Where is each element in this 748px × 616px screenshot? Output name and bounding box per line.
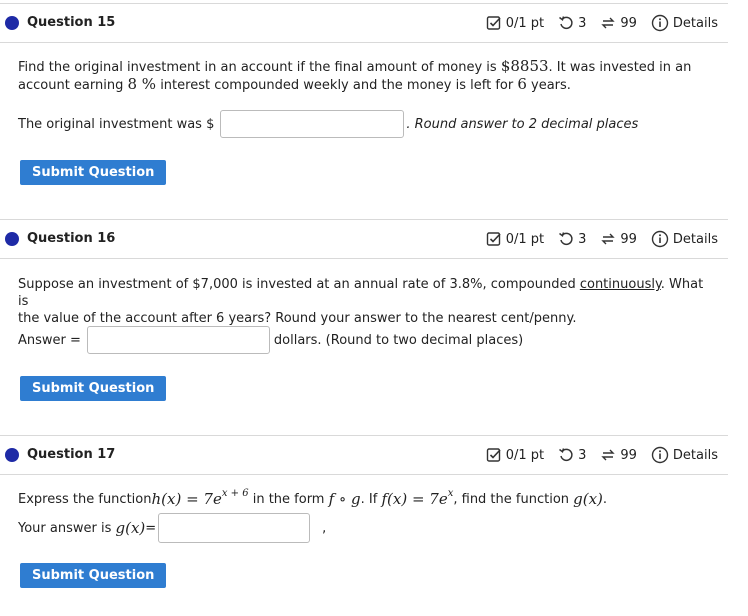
question-text: the value of the account after 6 years? … bbox=[18, 311, 577, 326]
attempts-icon bbox=[601, 449, 616, 461]
question-text: interest compounded weekly and the money… bbox=[156, 78, 518, 93]
score-text: 0/1 pt bbox=[505, 231, 545, 247]
equals-7e: = 7e bbox=[181, 490, 222, 508]
question-title: Question 15 bbox=[27, 15, 116, 30]
details-link[interactable]: Details bbox=[673, 16, 718, 31]
question-text: . It was invested in an bbox=[548, 60, 692, 75]
rate-value: 8 % bbox=[127, 75, 157, 93]
tries-count: 3 bbox=[578, 231, 587, 247]
composition-expression: f ∘ g bbox=[328, 490, 361, 508]
g-expression: g(x) bbox=[573, 490, 603, 508]
retry-icon bbox=[559, 16, 573, 30]
question-text: , find the function bbox=[453, 491, 574, 507]
question-17-text: Express the function h(x) = 7e x + 6 in … bbox=[18, 487, 608, 509]
answer-prompt: The original investment was $ bbox=[18, 116, 215, 132]
question-text: in the form bbox=[248, 491, 329, 507]
submit-question-button[interactable]: Submit Question bbox=[20, 563, 167, 588]
question-text: years. bbox=[526, 78, 571, 93]
question-meta: 0/1 pt 3 99 Details bbox=[486, 14, 718, 32]
question-15-header: Question 15 0/1 pt 3 99 Details bbox=[0, 3, 728, 43]
answer-row: Answer = dollars. (Round to two decimal … bbox=[18, 326, 523, 354]
question-15-text: Find the original investment in an accou… bbox=[18, 58, 708, 94]
question-text: Express the function bbox=[18, 491, 152, 507]
question-meta: 0/1 pt 3 99 Details bbox=[486, 230, 718, 248]
info-icon[interactable] bbox=[651, 446, 669, 464]
info-icon[interactable] bbox=[651, 14, 669, 32]
checkbox-score-icon bbox=[486, 16, 501, 30]
question-title: Question 16 bbox=[27, 231, 116, 246]
tries-count: 3 bbox=[578, 15, 587, 31]
trailing-comma: , bbox=[322, 520, 327, 536]
attempts-icon bbox=[601, 233, 616, 245]
question-17-header: Question 17 0/1 pt 3 99 Details bbox=[0, 435, 728, 475]
checkbox-score-icon bbox=[486, 232, 501, 246]
tries-count: 3 bbox=[578, 447, 587, 463]
f-expression: f(x) bbox=[381, 490, 408, 508]
question-meta: 0/1 pt 3 99 Details bbox=[486, 446, 718, 464]
answer-input[interactable] bbox=[158, 513, 311, 543]
score-text: 0/1 pt bbox=[505, 15, 545, 31]
continuously-link[interactable]: continuously bbox=[580, 277, 661, 292]
attempts-count: 99 bbox=[620, 447, 637, 463]
question-status-dot bbox=[5, 232, 19, 246]
question-text: Suppose an investment of $7,000 is inves… bbox=[18, 277, 580, 292]
answer-instruction: . Round answer to 2 decimal places bbox=[406, 116, 639, 132]
question-text: . bbox=[602, 491, 608, 507]
answer-row: Your answer is g(x) = , bbox=[18, 513, 326, 543]
question-text: Find the original investment in an accou… bbox=[18, 60, 501, 75]
f-exponent: x bbox=[447, 487, 454, 499]
amount-value: $8853 bbox=[500, 57, 549, 75]
question-status-dot bbox=[5, 448, 19, 462]
retry-icon bbox=[559, 232, 573, 246]
attempts-count: 99 bbox=[620, 15, 637, 31]
answer-instruction: dollars. (Round to two decimal places) bbox=[273, 332, 524, 348]
answer-input[interactable] bbox=[220, 110, 405, 138]
details-link[interactable]: Details bbox=[673, 448, 718, 463]
answer-prompt: Answer = bbox=[18, 332, 81, 348]
attempts-icon bbox=[601, 17, 616, 29]
question-text: account earning bbox=[18, 78, 128, 93]
h-exponent: x + 6 bbox=[221, 487, 249, 499]
years-value: 6 bbox=[517, 75, 527, 93]
details-link[interactable]: Details bbox=[673, 232, 718, 247]
answer-prompt: Your answer is bbox=[18, 520, 116, 536]
attempts-count: 99 bbox=[620, 231, 637, 247]
answer-equals: = bbox=[145, 520, 157, 536]
question-16-text: Suppose an investment of $7,000 is inves… bbox=[18, 276, 708, 327]
answer-input[interactable] bbox=[86, 326, 270, 354]
g-expression: g(x) bbox=[115, 519, 146, 537]
submit-question-button[interactable]: Submit Question bbox=[20, 376, 167, 401]
question-title: Question 17 bbox=[27, 447, 116, 462]
h-expression: h(x) bbox=[151, 490, 182, 508]
equals-7e: = 7e bbox=[407, 490, 448, 508]
score-text: 0/1 pt bbox=[505, 447, 545, 463]
info-icon[interactable] bbox=[651, 230, 669, 248]
answer-row: The original investment was $ . Round an… bbox=[18, 110, 638, 138]
retry-icon bbox=[559, 448, 573, 462]
question-16-header: Question 16 0/1 pt 3 99 Details bbox=[0, 219, 728, 259]
question-text: . If bbox=[360, 491, 382, 507]
submit-question-button[interactable]: Submit Question bbox=[20, 160, 167, 185]
checkbox-score-icon bbox=[486, 448, 501, 462]
question-status-dot bbox=[5, 16, 19, 30]
